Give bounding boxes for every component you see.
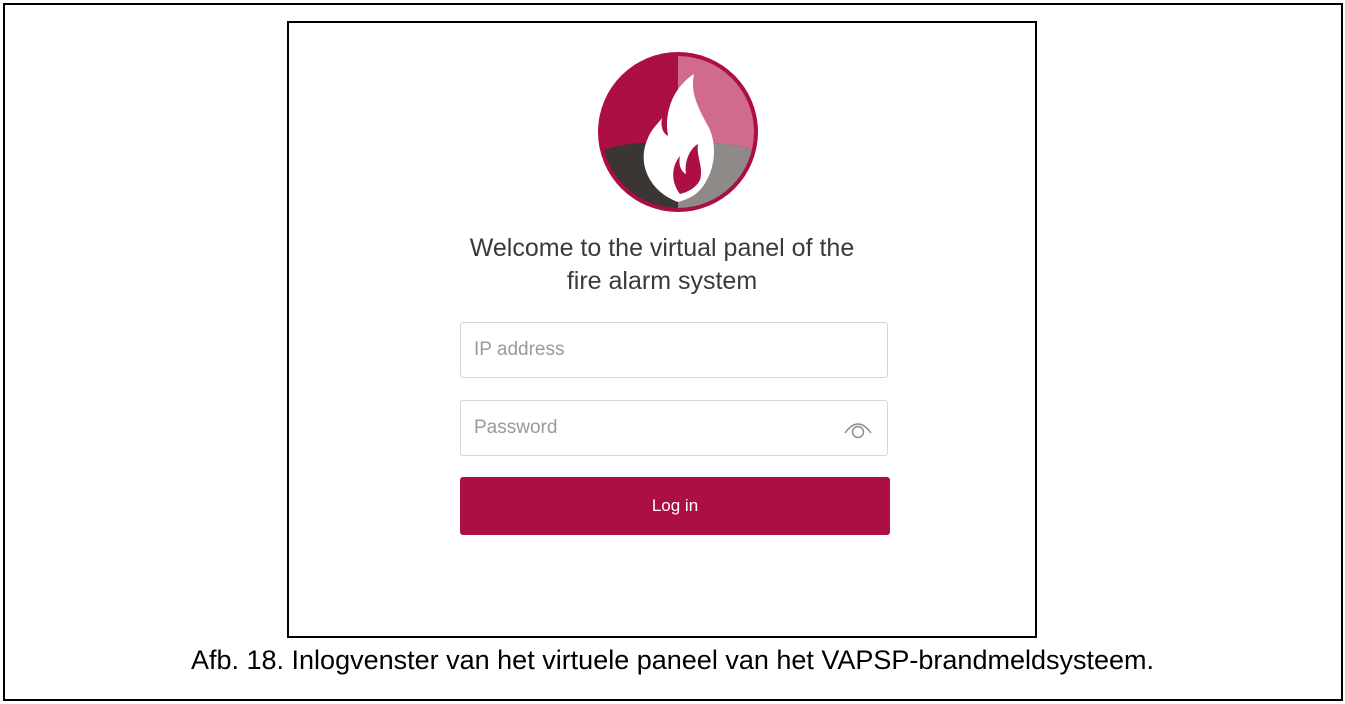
password-field[interactable]	[460, 400, 888, 456]
password-input[interactable]	[461, 401, 834, 455]
figure-caption: Afb. 18. Inlogvenster van het virtuele p…	[190, 645, 1155, 675]
eye-icon[interactable]	[843, 417, 873, 441]
welcome-line-1: Welcome to the virtual panel of the	[469, 234, 855, 262]
flame-logo-icon	[598, 52, 758, 212]
login-window: Welcome to the virtual panel of the fire…	[287, 21, 1037, 638]
welcome-line-2: fire alarm system	[566, 267, 758, 295]
ip-address-input[interactable]	[461, 323, 834, 377]
ip-address-field[interactable]	[460, 322, 888, 378]
welcome-heading: Welcome to the virtual panel of the fire…	[289, 232, 1035, 298]
login-button[interactable]: Log in	[460, 477, 890, 535]
